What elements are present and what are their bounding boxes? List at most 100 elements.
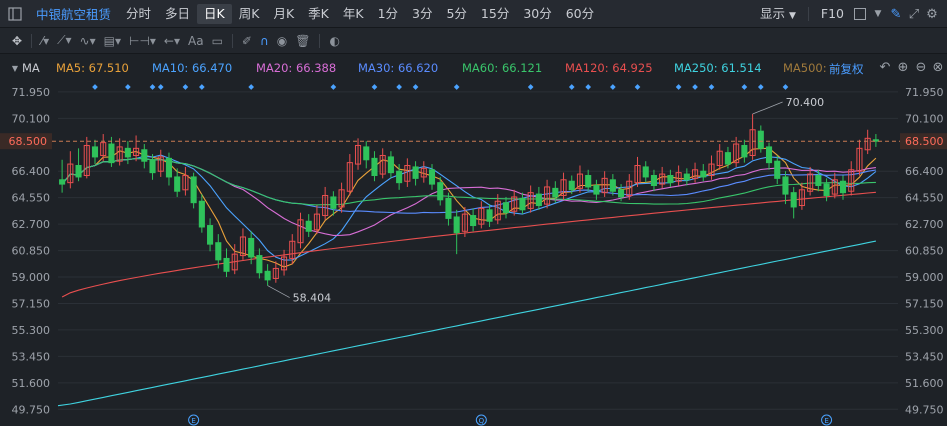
candle-body — [59, 179, 66, 185]
tab-5[interactable]: 季K — [301, 4, 336, 24]
y-tick-label-right: 60.850 — [905, 245, 944, 258]
add-icon[interactable]: ⊕ — [894, 57, 912, 77]
y-tick-label-right: 59.000 — [905, 271, 944, 284]
y-tick-label-right: 70.100 — [905, 112, 944, 125]
display-menu[interactable]: 显示 ▼ — [753, 4, 803, 24]
event-dot — [182, 84, 189, 90]
wave-tool-icon[interactable]: ∿▾ — [80, 31, 96, 51]
ma20-value: MA20: 66.388 — [256, 61, 337, 75]
comment-icon[interactable]: ▭ — [212, 31, 223, 51]
tab-8[interactable]: 3分 — [405, 4, 439, 24]
trash-icon[interactable]: 🗑 — [295, 31, 310, 51]
ma-line-ma30 — [61, 157, 876, 214]
candle-body — [437, 182, 444, 201]
candle-body — [264, 270, 271, 281]
candle-body — [124, 147, 131, 158]
candle-body — [215, 242, 222, 261]
event-dot — [157, 84, 164, 90]
candle-body — [585, 175, 592, 188]
y-tick-label-left: 55.300 — [12, 324, 51, 337]
event-dot — [634, 84, 641, 90]
candle-body — [815, 175, 822, 187]
event-dot — [199, 84, 205, 90]
ma10-value: MA10: 66.470 — [152, 61, 233, 75]
expand-icon[interactable]: ⤢ — [905, 4, 923, 24]
tab-4[interactable]: 月K — [266, 4, 301, 24]
stock-title[interactable]: 中银航空租赁 — [32, 4, 117, 23]
y-tick-label-left: 60.850 — [12, 245, 51, 258]
chevron-down-icon[interactable]: ▼ — [869, 4, 887, 24]
candle-body — [552, 187, 559, 198]
toggle-icon[interactable]: ◐ — [329, 31, 339, 51]
event-dot — [248, 84, 254, 90]
event-dot — [782, 84, 789, 90]
close-icon[interactable]: ⊗ — [929, 57, 947, 77]
sidebar-toggle-icon[interactable] — [6, 4, 24, 24]
candle-body — [757, 130, 764, 149]
y-tick-label-left: 62.700 — [12, 218, 51, 231]
event-dot — [527, 84, 534, 90]
eraser-icon[interactable]: ✐ — [242, 31, 252, 51]
f10-button[interactable]: F10 — [814, 4, 851, 24]
tab-7[interactable]: 1分 — [371, 4, 405, 24]
candle-body — [428, 169, 436, 185]
candle-body — [700, 170, 707, 178]
event-dots — [92, 84, 789, 90]
tab-3[interactable]: 周K — [232, 4, 267, 24]
tab-6[interactable]: 年K — [336, 4, 371, 24]
divider — [319, 33, 321, 48]
candle-body — [256, 255, 263, 274]
candle-body — [91, 146, 99, 158]
y-tick-label-right: 53.450 — [905, 350, 944, 363]
range-tool-icon[interactable]: ⊢⊣▾ — [129, 31, 156, 51]
magnet-icon[interactable]: ∩ — [260, 31, 269, 51]
tab-0[interactable]: 分时 — [119, 4, 158, 24]
event-dot — [453, 84, 460, 90]
candle-body — [519, 197, 526, 211]
fibonacci-tool-icon[interactable]: ▤▾ — [104, 31, 121, 51]
arrow-tool-icon[interactable]: ←▾ — [164, 31, 180, 51]
tab-11[interactable]: 30分 — [516, 4, 558, 24]
adjust-mode[interactable]: 前复权 — [829, 61, 864, 77]
settings-icon[interactable]: ⚙ — [923, 4, 941, 24]
candle-body — [141, 149, 148, 162]
candle-body — [371, 157, 378, 177]
candle-body — [650, 175, 657, 187]
candle-body — [75, 164, 82, 178]
event-dot — [412, 84, 419, 90]
candle-body — [412, 166, 419, 179]
kline-chart[interactable]: 71.950 70.100 66.400 64.550 62.700 60.850 59.0… — [0, 80, 947, 426]
candle-body — [765, 146, 773, 164]
line-tool-icon[interactable]: ⁄▾ — [41, 31, 49, 51]
tab-1[interactable]: 多日 — [158, 4, 197, 24]
tab-2[interactable]: 日K — [197, 3, 232, 24]
tab-9[interactable]: 5分 — [439, 4, 473, 24]
drawing-toolbar: ✥ ⁄▾ ⟋▾ ∿▾ ▤▾ ⊢⊣▾ ←▾ Aa ▭ ✐ ∩ ◉ 🗑 ◐ — [0, 28, 947, 54]
event-dot — [757, 84, 764, 90]
remove-icon[interactable]: ⊖ — [912, 57, 930, 77]
candle-body — [453, 216, 460, 234]
text-tool-icon[interactable]: Aa — [188, 31, 204, 51]
event-markers: EQE — [188, 414, 833, 426]
high-leader — [752, 101, 783, 115]
y-tick-label-left: 49.750 — [12, 403, 51, 416]
eye-icon[interactable]: ◉ — [277, 31, 287, 51]
undo-icon[interactable]: ↶ — [876, 57, 894, 77]
event-marker-label: E — [191, 417, 195, 425]
crosshair-icon[interactable]: ✥ — [12, 31, 22, 51]
candle-body — [774, 160, 781, 179]
divider — [807, 7, 809, 21]
ma-line-ma5 — [61, 147, 877, 268]
event-dot — [610, 84, 616, 90]
candle-body — [683, 173, 690, 181]
candle-body — [618, 189, 625, 198]
checkbox-icon[interactable] — [851, 4, 869, 24]
event-dot — [330, 84, 337, 90]
display-menu-label: 显示 — [759, 6, 785, 21]
polyline-tool-icon[interactable]: ⟋▾ — [57, 31, 71, 51]
ma-indicator-bar: ▼ MA MA5: 67.510 MA10: 66.470 MA20: 66.3… — [0, 55, 947, 80]
pencil-icon[interactable]: ✎ — [887, 4, 905, 24]
candle-body — [568, 180, 575, 191]
tab-10[interactable]: 15分 — [474, 4, 516, 24]
tab-12[interactable]: 60分 — [559, 4, 601, 24]
